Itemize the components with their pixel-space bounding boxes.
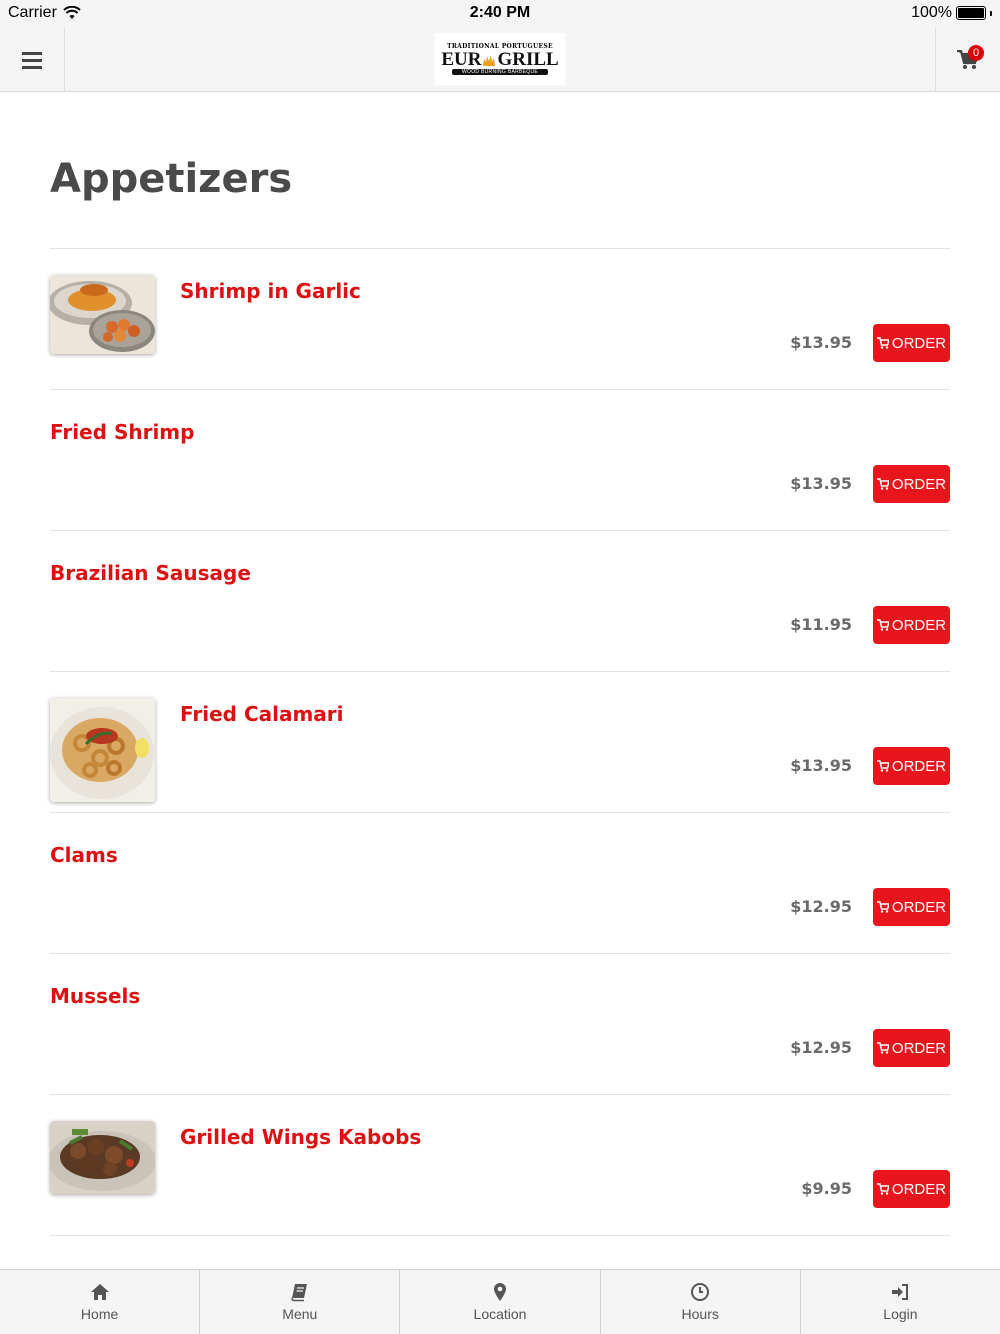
battery-indicator: 100% xyxy=(911,4,992,22)
order-button-label: ORDER xyxy=(891,1039,947,1057)
order-button[interactable]: ORDER xyxy=(873,1170,950,1208)
shrimp-garlic-photo[interactable] xyxy=(50,275,155,354)
order-button-label: ORDER xyxy=(891,898,947,916)
item-name[interactable]: Fried Calamari xyxy=(180,702,344,726)
item-name[interactable]: Grilled Wings Kabobs xyxy=(180,1125,421,1149)
wings-photo[interactable] xyxy=(50,1121,155,1194)
cart-plus-icon xyxy=(876,478,889,490)
book-icon xyxy=(291,1284,307,1302)
cart-plus-icon xyxy=(876,901,889,913)
cart-plus-icon xyxy=(876,619,889,631)
logo-text-right: GRILL xyxy=(497,49,559,70)
item-name[interactable]: Mussels xyxy=(50,984,140,1008)
main-content: Appetizers Shrimp in Garlic $13.95 ORDER… xyxy=(50,93,950,1236)
cart-count-badge: 0 xyxy=(968,45,984,61)
order-button-label: ORDER xyxy=(891,757,947,775)
item-price: $13.95 xyxy=(790,474,852,493)
top-nav-bar: TRADITIONAL PORTUGUESE EUR GRILL WOOD BU… xyxy=(0,28,1000,92)
bottom-tab-bar: Home Menu Location Hours Login xyxy=(0,1269,1000,1334)
cart-plus-icon xyxy=(876,1183,889,1195)
tab-label: Menu xyxy=(282,1306,318,1322)
menu-item-list: Shrimp in Garlic $13.95 ORDER Fried Shri… xyxy=(50,248,950,1236)
order-button[interactable]: ORDER xyxy=(873,465,950,503)
restaurant-logo[interactable]: TRADITIONAL PORTUGUESE EUR GRILL WOOD BU… xyxy=(435,33,565,85)
hamburger-menu-button[interactable] xyxy=(0,28,65,92)
menu-item[interactable]: Fried Calamari $13.95 ORDER xyxy=(50,672,950,813)
order-button[interactable]: ORDER xyxy=(873,747,950,785)
tab-label: Login xyxy=(883,1306,918,1322)
tab-menu[interactable]: Menu xyxy=(200,1270,401,1334)
item-price: $11.95 xyxy=(790,615,852,634)
calamari-photo[interactable] xyxy=(50,698,155,802)
item-name[interactable]: Shrimp in Garlic xyxy=(180,279,361,303)
tab-label: Home xyxy=(80,1306,119,1322)
hamburger-icon xyxy=(22,51,42,69)
cart-plus-icon xyxy=(876,1042,889,1054)
clock-time: 2:40 PM xyxy=(469,4,531,21)
item-price: $13.95 xyxy=(790,756,852,775)
item-price: $12.95 xyxy=(790,1038,852,1057)
order-button[interactable]: ORDER xyxy=(873,888,950,926)
flame-icon xyxy=(483,54,496,66)
tab-login[interactable]: Login xyxy=(801,1270,1000,1334)
cart-button[interactable]: 0 xyxy=(935,28,1000,92)
logo-text-left: EUR xyxy=(441,49,482,70)
menu-item[interactable]: Grilled Wings Kabobs $9.95 ORDER xyxy=(50,1095,950,1236)
home-icon xyxy=(90,1284,109,1300)
item-name[interactable]: Clams xyxy=(50,843,118,867)
order-button-label: ORDER xyxy=(891,334,947,352)
item-name[interactable]: Fried Shrimp xyxy=(50,420,194,444)
menu-item[interactable]: Brazilian Sausage $11.95 ORDER xyxy=(50,531,950,672)
logo-subtitle: WOOD BURNING BARBEQUE xyxy=(451,69,549,75)
item-price: $9.95 xyxy=(801,1179,852,1198)
status-bar: Carrier 2:40 PM 100% xyxy=(0,0,1000,28)
order-button[interactable]: ORDER xyxy=(873,1029,950,1067)
cart-plus-icon xyxy=(876,760,889,772)
tab-label: Location xyxy=(473,1306,527,1322)
cart-plus-icon xyxy=(876,337,889,349)
menu-item[interactable]: Shrimp in Garlic $13.95 ORDER xyxy=(50,249,950,390)
item-name[interactable]: Brazilian Sausage xyxy=(50,561,251,585)
battery-icon xyxy=(956,6,986,20)
tab-hours[interactable]: Hours xyxy=(601,1270,801,1334)
map-pin-icon xyxy=(494,1283,506,1301)
item-price: $12.95 xyxy=(790,897,852,916)
clock-icon xyxy=(691,1283,710,1301)
battery-percent: 100% xyxy=(911,4,952,21)
menu-item[interactable]: Mussels $12.95 ORDER xyxy=(50,954,950,1095)
order-button[interactable]: ORDER xyxy=(873,324,950,362)
order-button-label: ORDER xyxy=(891,475,947,493)
order-button-label: ORDER xyxy=(891,616,947,634)
login-icon xyxy=(892,1284,909,1300)
tab-label: Hours xyxy=(681,1306,719,1322)
menu-item[interactable]: Clams $12.95 ORDER xyxy=(50,813,950,954)
page-title: Appetizers xyxy=(50,156,293,202)
tab-location[interactable]: Location xyxy=(400,1270,601,1334)
menu-item[interactable]: Fried Shrimp $13.95 ORDER xyxy=(50,390,950,531)
order-button-label: ORDER xyxy=(891,1180,947,1198)
order-button[interactable]: ORDER xyxy=(873,606,950,644)
tab-home[interactable]: Home xyxy=(0,1270,201,1334)
item-price: $13.95 xyxy=(790,333,852,352)
